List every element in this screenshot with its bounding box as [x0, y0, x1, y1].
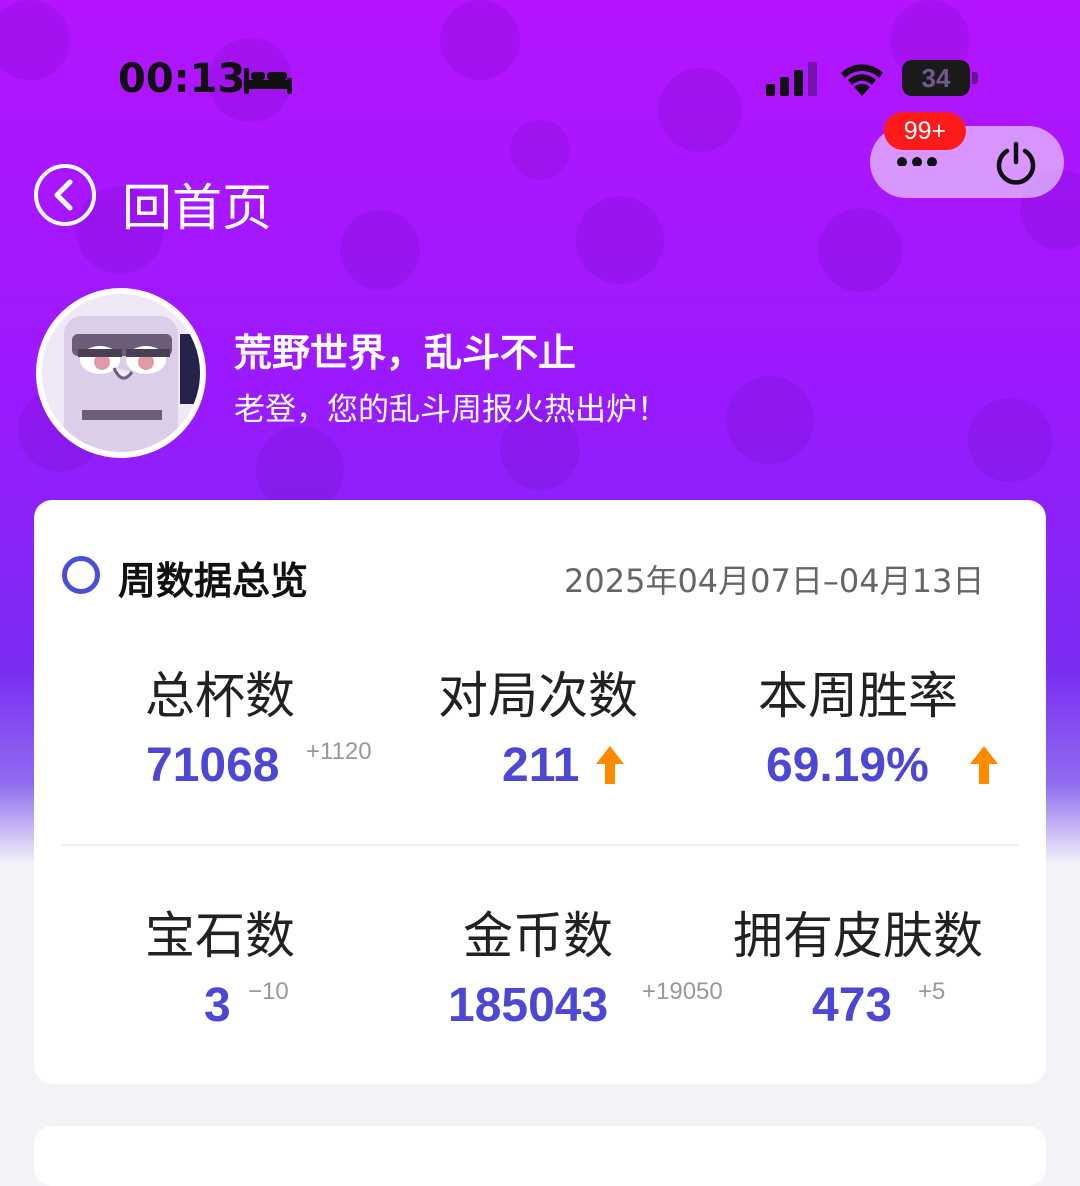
up-arrow-icon	[596, 746, 624, 784]
brawler-portrait-image	[42, 294, 200, 452]
stat-label-skins: 拥有皮肤数	[733, 907, 983, 965]
stat-delta-trophies: +1120	[306, 738, 372, 765]
bed-icon	[244, 68, 292, 94]
next-section-card	[34, 1126, 1046, 1186]
power-icon[interactable]	[992, 140, 1040, 188]
wifi-icon	[841, 64, 883, 96]
avatar[interactable]	[36, 288, 206, 458]
stat-label-gems: 宝石数	[145, 907, 295, 965]
back-home-label[interactable]: 回首页	[122, 168, 272, 240]
stat-value-gems: 3	[204, 979, 231, 1032]
greeting-title: 荒野世界，乱斗不止	[234, 331, 577, 375]
battery-icon: 34	[902, 60, 970, 96]
section-title: 周数据总览	[118, 559, 309, 603]
date-range: 2025年04月07日–04月13日	[564, 562, 985, 600]
stat-label-winrate: 本周胜率	[758, 667, 958, 725]
stat-label-trophies: 总杯数	[145, 667, 295, 725]
greeting-subtitle: 老登，您的乱斗周报火热出炉！	[234, 392, 668, 428]
stat-value-trophies: 71068	[146, 739, 280, 792]
stat-delta-gems: −10	[248, 978, 289, 1005]
stat-label-coins: 金币数	[463, 907, 613, 965]
stat-value-matches: 211	[502, 739, 580, 792]
notification-badge: 99+	[884, 112, 966, 150]
back-chevron-icon	[54, 179, 73, 211]
stat-value-winrate: 69.19%	[766, 739, 929, 792]
stat-value-skins: 473	[812, 979, 893, 1032]
signal-icon	[766, 62, 817, 96]
up-arrow-icon	[970, 746, 998, 784]
status-bar: 00:13 34	[0, 0, 1080, 120]
status-time: 00:13	[118, 56, 246, 102]
battery-level: 34	[921, 63, 951, 93]
stat-delta-skins: +5	[918, 978, 946, 1005]
battery-cap	[972, 72, 978, 84]
stat-value-coins: 185043	[448, 979, 609, 1032]
stat-delta-coins: +19050	[642, 978, 723, 1005]
section-dot-icon	[62, 556, 100, 594]
divider	[62, 844, 1018, 846]
back-button[interactable]	[34, 164, 96, 226]
stat-label-matches: 对局次数	[438, 667, 638, 725]
